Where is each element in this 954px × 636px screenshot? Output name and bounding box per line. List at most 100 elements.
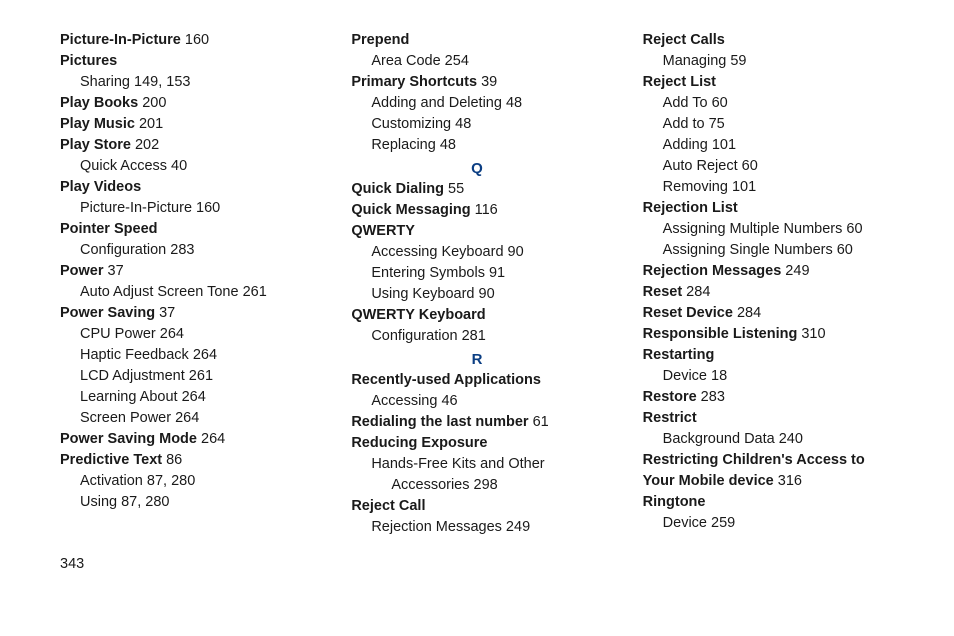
index-term: Prepend xyxy=(351,32,409,48)
page-number: 343 xyxy=(60,556,894,572)
index-subentry: Using 87, 280 xyxy=(60,492,311,513)
index-term: Using Keyboard xyxy=(371,286,474,302)
index-page-ref: 60 xyxy=(738,158,758,174)
index-term: Reject Call xyxy=(351,498,425,514)
index-term: Adding and Deleting xyxy=(371,95,502,111)
index-columns: Picture-In-Picture 160 Pictures Sharing 14… xyxy=(60,30,894,538)
index-letter: R xyxy=(351,351,602,368)
index-term: Quick Dialing xyxy=(351,181,444,197)
index-entry: Play Store 202 xyxy=(60,135,311,156)
index-page-ref: 264 xyxy=(189,347,217,363)
index-term: Assigning Multiple Numbers xyxy=(663,221,843,237)
index-page-ref: 18 xyxy=(707,368,727,384)
index-page-ref: 90 xyxy=(504,244,524,260)
index-subentry: Screen Power 264 xyxy=(60,408,311,429)
index-subentry: Area Code 254 xyxy=(351,51,602,72)
index-page-ref: 86 xyxy=(162,452,182,468)
index-subentry: Sharing 149, 153 xyxy=(60,72,311,93)
index-entry: Play Music 201 xyxy=(60,114,311,135)
index-column-1: Picture-In-Picture 160 Pictures Sharing 14… xyxy=(60,30,311,538)
index-term: Auto Adjust Screen Tone xyxy=(80,284,239,300)
index-entry: Pictures xyxy=(60,51,311,72)
index-page-ref: 39 xyxy=(477,74,497,90)
index-subentry: Assigning Multiple Numbers 60 xyxy=(643,219,894,240)
index-entry: Power Saving Mode 264 xyxy=(60,429,311,450)
index-page-ref: 283 xyxy=(697,389,725,405)
index-subentry: Rejection Messages 249 xyxy=(351,517,602,538)
index-entry: Restricting Children's Access to Your Mo… xyxy=(643,450,894,492)
index-entry: Recently-used Applications xyxy=(351,370,602,391)
index-subentry: LCD Adjustment 261 xyxy=(60,366,311,387)
index-page-ref: 101 xyxy=(728,179,756,195)
index-entry: Rejection Messages 249 xyxy=(643,261,894,282)
index-page-ref: 48 xyxy=(502,95,522,111)
index-entry: Prepend xyxy=(351,30,602,51)
index-term: Pointer Speed xyxy=(60,221,158,237)
index-page-ref: 160 xyxy=(192,200,220,216)
index-page-ref: 87, 280 xyxy=(117,494,169,510)
index-entry: Ringtone xyxy=(643,492,894,513)
index-term: Responsible Listening xyxy=(643,326,798,342)
index-subentry: Entering Symbols 91 xyxy=(351,263,602,284)
index-term: Add To xyxy=(663,95,708,111)
index-subentry: Accessing 46 xyxy=(351,391,602,412)
index-page-ref: 40 xyxy=(167,158,187,174)
index-term: Auto Reject xyxy=(663,158,738,174)
index-page-ref: 200 xyxy=(138,95,166,111)
index-term: Using xyxy=(80,494,117,510)
index-page-ref: 87, 280 xyxy=(143,473,195,489)
index-term: Reject Calls xyxy=(643,32,725,48)
index-page-ref: 160 xyxy=(181,32,209,48)
index-page-ref: 240 xyxy=(775,431,803,447)
index-term: Predictive Text xyxy=(60,452,162,468)
index-page-ref: 264 xyxy=(197,431,225,447)
index-entry: Predictive Text 86 xyxy=(60,450,311,471)
index-term: Hands-Free Kits and Other xyxy=(371,456,544,472)
index-term: Redialing the last number xyxy=(351,414,528,430)
index-term: Learning About xyxy=(80,389,178,405)
index-letter: Q xyxy=(351,160,602,177)
index-subentry: CPU Power 264 xyxy=(60,324,311,345)
index-subentry: Accessories 298 xyxy=(351,475,602,496)
index-page-ref: 116 xyxy=(471,202,498,218)
index-term: Pictures xyxy=(60,53,117,69)
index-subentry: Picture-In-Picture 160 xyxy=(60,198,311,219)
index-subentry: Device 18 xyxy=(643,366,894,387)
index-subentry: Configuration 281 xyxy=(351,326,602,347)
index-page-ref: 60 xyxy=(833,242,853,258)
index-entry: Reject Calls xyxy=(643,30,894,51)
index-page-ref: 202 xyxy=(131,137,159,153)
index-page-ref: 281 xyxy=(458,328,486,344)
index-entry: Pointer Speed xyxy=(60,219,311,240)
index-term: Rejection List xyxy=(643,200,738,216)
index-term: Adding xyxy=(663,137,708,153)
index-term: Accessing Keyboard xyxy=(371,244,503,260)
index-page: Picture-In-Picture 160 Pictures Sharing 14… xyxy=(0,0,954,592)
index-term: Recently-used Applications xyxy=(351,372,541,388)
index-term: Restarting xyxy=(643,347,715,363)
index-term: Rejection Messages xyxy=(643,263,782,279)
index-term: Managing xyxy=(663,53,727,69)
index-page-ref: 298 xyxy=(470,477,498,493)
index-entry: Responsible Listening 310 xyxy=(643,324,894,345)
index-term: Device xyxy=(663,368,707,384)
index-subentry: Add to 75 xyxy=(643,114,894,135)
index-page-ref: 264 xyxy=(178,389,206,405)
index-subentry: Activation 87, 280 xyxy=(60,471,311,492)
index-term: Primary Shortcuts xyxy=(351,74,477,90)
index-entry: Primary Shortcuts 39 xyxy=(351,72,602,93)
index-term: Restrict xyxy=(643,410,697,426)
index-page-ref: 261 xyxy=(185,368,213,384)
index-term: Ringtone xyxy=(643,494,706,510)
index-column-2: PrependArea Code 254Primary Shortcuts 39… xyxy=(351,30,602,538)
index-term: QWERTY Keyboard xyxy=(351,307,485,323)
index-entry: QWERTY xyxy=(351,221,602,242)
index-entry: Reject List xyxy=(643,72,894,93)
index-term: Customizing xyxy=(371,116,451,132)
index-term: Power xyxy=(60,263,104,279)
index-term: Add to xyxy=(663,116,705,132)
index-page-ref: 249 xyxy=(781,263,809,279)
index-page-ref: 316 xyxy=(774,473,802,489)
index-subentry: Learning About 264 xyxy=(60,387,311,408)
index-entry: Quick Dialing 55 xyxy=(351,179,602,200)
